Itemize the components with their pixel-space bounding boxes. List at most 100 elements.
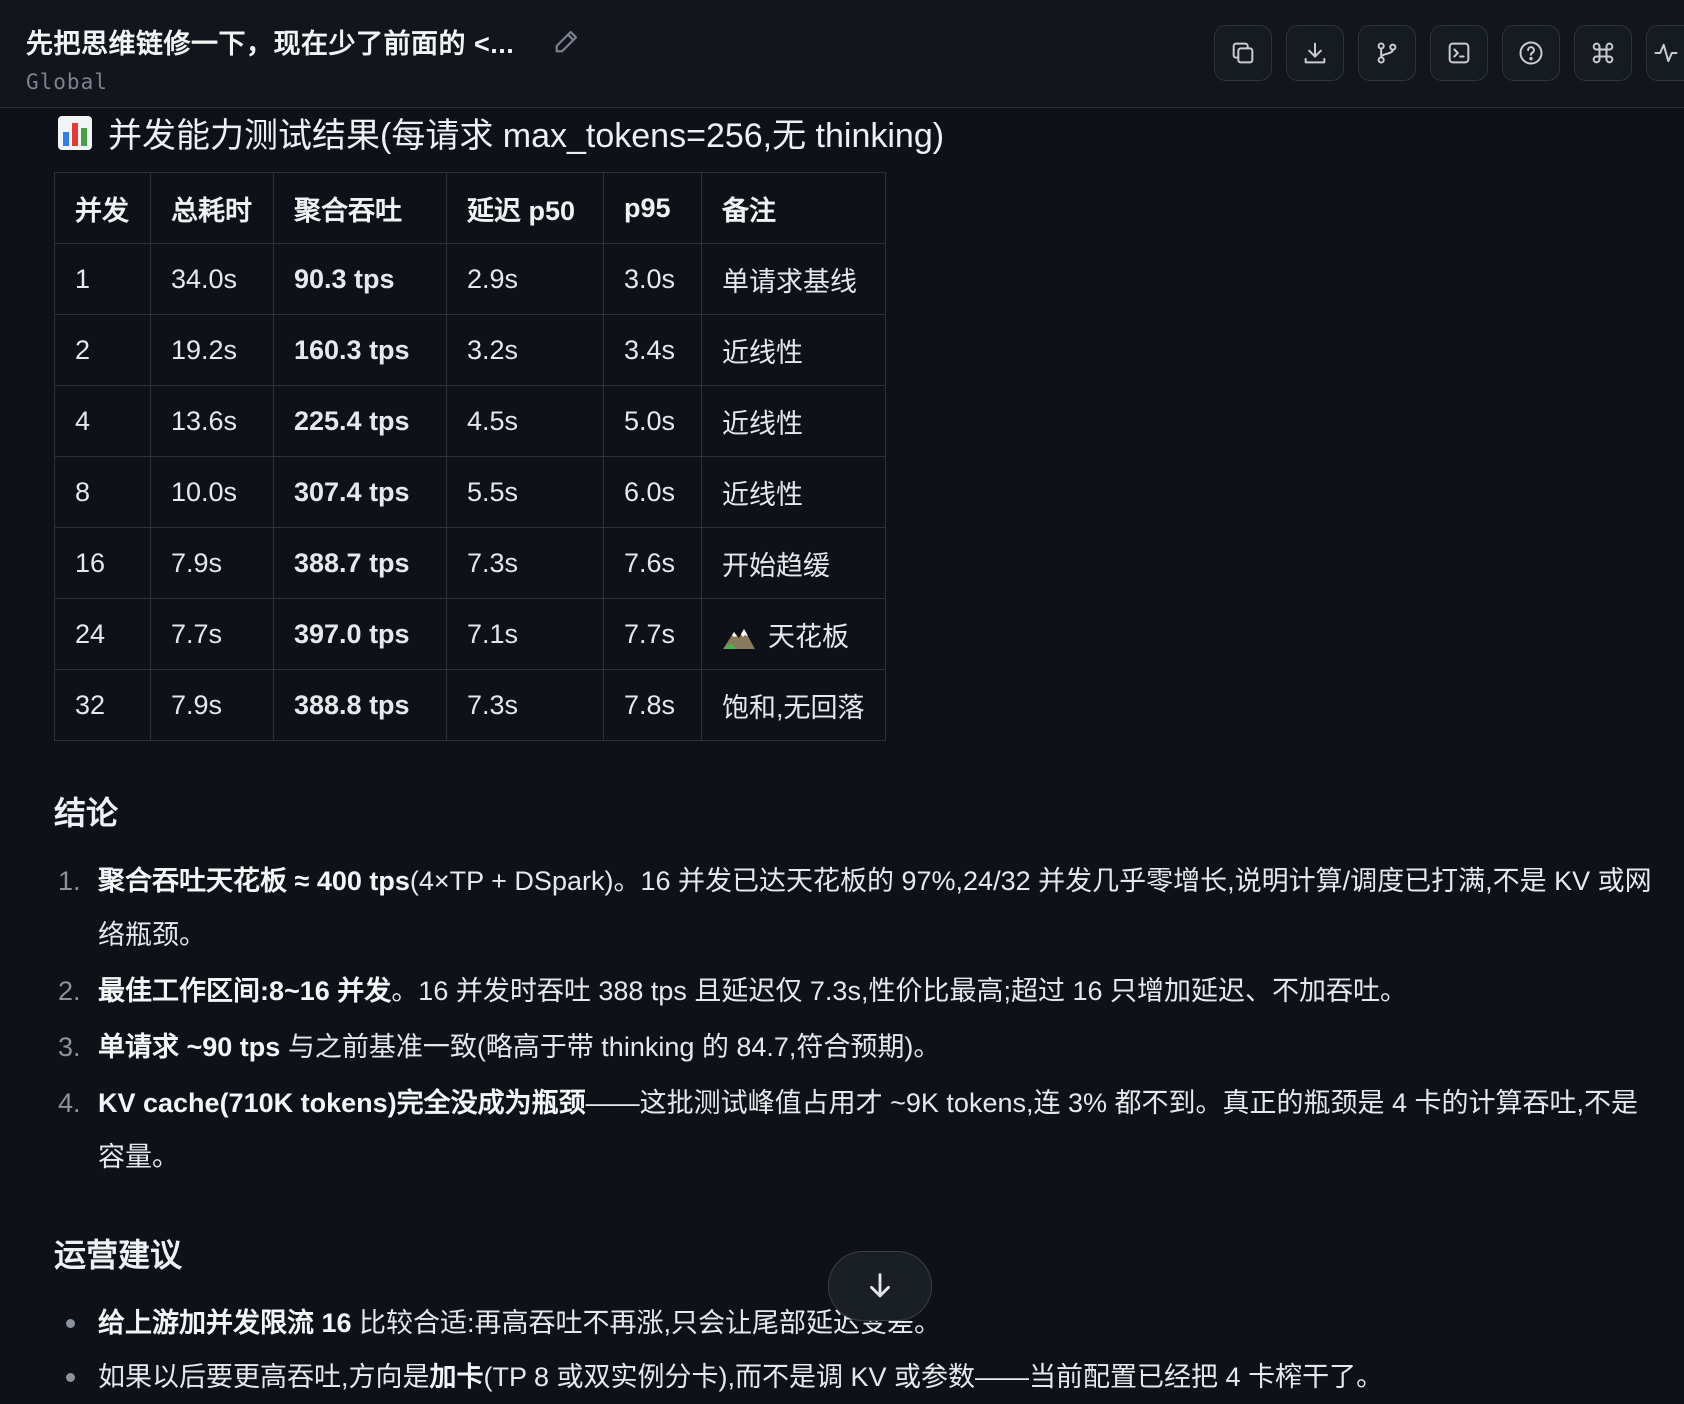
table-cell-text: 天花板 bbox=[768, 621, 849, 652]
table-cell: 4.5s bbox=[446, 385, 604, 457]
list-item-text: 与之前基准一致(略高于带 thinking 的 84.7,符合预期)。 bbox=[280, 1032, 941, 1062]
table-cell: 160.3 tps bbox=[273, 314, 447, 386]
message-content: 并发能力测试结果(每请求 max_tokens=256,无 thinking) … bbox=[0, 108, 1684, 1404]
list-number: 3. bbox=[58, 1032, 81, 1062]
benchmark-table: 并发 总耗时 聚合吞吐 延迟 p50 p95 备注 1 34.0s 90.3 t… bbox=[54, 172, 886, 741]
table-cell: 近线性 bbox=[701, 385, 886, 457]
scope-label: Global bbox=[26, 70, 108, 94]
table-row: 16 7.9s 388.7 tps 7.3s 7.6s 开始趋缓 bbox=[54, 527, 886, 599]
branch-button[interactable] bbox=[1358, 25, 1416, 81]
terminal-button[interactable] bbox=[1430, 25, 1488, 81]
table-cell: 7.3s bbox=[446, 669, 604, 741]
column-header: 聚合吞吐 bbox=[273, 172, 447, 244]
table-cell: 3.0s bbox=[603, 243, 702, 315]
table-cell: 16 bbox=[54, 527, 151, 599]
list-item: 如果以后要更高吞吐,方向是加卡(TP 8 或双实例分卡),而不是调 KV 或参数… bbox=[54, 1350, 1664, 1404]
activity-button[interactable] bbox=[1646, 25, 1684, 81]
list-item: 2. 最佳工作区间:8~16 并发。16 并发时吞吐 388 tps 且延迟仅 … bbox=[54, 964, 1664, 1018]
table-cell: 10.0s bbox=[150, 456, 274, 528]
help-icon bbox=[1519, 41, 1543, 65]
download-icon bbox=[1304, 42, 1326, 64]
table-row: 8 10.0s 307.4 tps 5.5s 6.0s 近线性 bbox=[54, 456, 886, 528]
table-cell: 开始趋缓 bbox=[701, 527, 886, 599]
scroll-to-bottom-button[interactable] bbox=[828, 1251, 932, 1321]
bullet bbox=[66, 1319, 75, 1328]
column-header: 并发 bbox=[54, 172, 151, 244]
column-header: 延迟 p50 bbox=[446, 172, 604, 244]
table-cell: 7.6s bbox=[603, 527, 702, 599]
table-row: 24 7.7s 397.0 tps 7.1s 7.7s 天花板 bbox=[54, 598, 886, 670]
list-item: 3. 单请求 ~90 tps 与之前基准一致(略高于带 thinking 的 8… bbox=[54, 1020, 1664, 1074]
branch-icon bbox=[1377, 42, 1397, 64]
table-cell: 7.1s bbox=[446, 598, 604, 670]
table-row: 2 19.2s 160.3 tps 3.2s 3.4s 近线性 bbox=[54, 314, 886, 386]
table-cell: 7.9s bbox=[150, 669, 274, 741]
column-header: p95 bbox=[603, 172, 702, 244]
table-cell: 2 bbox=[54, 314, 151, 386]
list-item-text: (TP 8 或双实例分卡),而不是调 KV 或参数——当前配置已经把 4 卡榨干… bbox=[483, 1362, 1384, 1392]
table-cell: 32 bbox=[54, 669, 151, 741]
list-item-bold: 给上游加并发限流 16 bbox=[98, 1308, 352, 1338]
table-cell: 8 bbox=[54, 456, 151, 528]
download-button[interactable] bbox=[1286, 25, 1344, 81]
conclusion-list: 1. 聚合吞吐天花板 ≈ 400 tps(4×TP + DSpark)。16 并… bbox=[54, 854, 1664, 1186]
table-cell: 7.3s bbox=[446, 527, 604, 599]
activity-icon bbox=[1654, 43, 1677, 63]
table-row: 32 7.9s 388.8 tps 7.3s 7.8s 饱和,无回落 bbox=[54, 669, 886, 741]
table-cell: 90.3 tps bbox=[273, 243, 447, 315]
section-heading: 并发能力测试结果(每请求 max_tokens=256,无 thinking) bbox=[56, 108, 944, 157]
table-header-row: 并发 总耗时 聚合吞吐 延迟 p50 p95 备注 bbox=[54, 172, 886, 244]
table-row: 4 13.6s 225.4 tps 4.5s 5.0s 近线性 bbox=[54, 385, 886, 457]
table-cell: 19.2s bbox=[150, 314, 274, 386]
table-cell: 7.7s bbox=[150, 598, 274, 670]
conclusion-heading: 结论 bbox=[54, 795, 119, 831]
list-item-text: 。16 并发时吞吐 388 tps 且延迟仅 7.3s,性价比最高;超过 16 … bbox=[391, 976, 1407, 1006]
table-cell: 2.9s bbox=[446, 243, 604, 315]
table-cell: 5.0s bbox=[603, 385, 702, 457]
table-cell: 307.4 tps bbox=[273, 456, 447, 528]
copy-button[interactable] bbox=[1214, 25, 1272, 81]
bar-chart-icon bbox=[58, 115, 92, 150]
list-number: 2. bbox=[58, 976, 81, 1006]
table-cell: 3.4s bbox=[603, 314, 702, 386]
table-cell: 7.9s bbox=[150, 527, 274, 599]
list-item-bold: 最佳工作区间:8~16 并发 bbox=[98, 976, 392, 1006]
table-cell: 近线性 bbox=[701, 456, 886, 528]
table-cell: 饱和,无回落 bbox=[701, 669, 886, 741]
table-cell: 388.7 tps bbox=[273, 527, 447, 599]
command-icon bbox=[1592, 42, 1614, 64]
table-cell: 1 bbox=[54, 243, 151, 315]
list-number: 1. bbox=[58, 866, 81, 896]
table-cell: 13.6s bbox=[150, 385, 274, 457]
list-item-bold: 单请求 ~90 tps bbox=[98, 1032, 281, 1062]
table-cell: 近线性 bbox=[701, 314, 886, 386]
table-cell: 388.8 tps bbox=[273, 669, 447, 741]
chat-header: 先把思维链修一下，现在少了前面的 <... Global bbox=[0, 0, 1684, 108]
list-number: 4. bbox=[58, 1088, 81, 1118]
table-cell: 单请求基线 bbox=[701, 243, 886, 315]
help-button[interactable] bbox=[1502, 25, 1560, 81]
table-cell: 天花板 bbox=[701, 598, 886, 670]
list-item-text: 如果以后要更高吞吐,方向是 bbox=[98, 1362, 430, 1392]
table-cell: 5.5s bbox=[446, 456, 604, 528]
command-button[interactable] bbox=[1574, 25, 1632, 81]
list-item-bold: KV cache(710K tokens)完全没成为瓶颈 bbox=[98, 1088, 586, 1118]
table-cell: 3.2s bbox=[446, 314, 604, 386]
table-cell: 225.4 tps bbox=[273, 385, 447, 457]
terminal-icon bbox=[1448, 42, 1470, 64]
list-item-bold: 聚合吞吐天花板 ≈ 400 tps bbox=[98, 866, 410, 896]
table-cell: 6.0s bbox=[603, 456, 702, 528]
list-item-bold: 加卡 bbox=[429, 1362, 484, 1392]
list-item: 1. 聚合吞吐天花板 ≈ 400 tps(4×TP + DSpark)。16 并… bbox=[54, 854, 1664, 962]
table-cell: 4 bbox=[54, 385, 151, 457]
section-title: 并发能力测试结果(每请求 max_tokens=256,无 thinking) bbox=[108, 117, 945, 155]
column-header: 备注 bbox=[701, 172, 886, 244]
table-row: 1 34.0s 90.3 tps 2.9s 3.0s 单请求基线 bbox=[54, 243, 886, 315]
arrow-down-icon bbox=[870, 1273, 890, 1298]
pencil-icon[interactable] bbox=[550, 26, 582, 58]
table-cell: 24 bbox=[54, 598, 151, 670]
table-cell: 7.8s bbox=[603, 669, 702, 741]
conversation-title[interactable]: 先把思维链修一下，现在少了前面的 <... bbox=[26, 22, 514, 61]
copy-icon bbox=[1232, 42, 1254, 64]
table-cell: 397.0 tps bbox=[273, 598, 447, 670]
